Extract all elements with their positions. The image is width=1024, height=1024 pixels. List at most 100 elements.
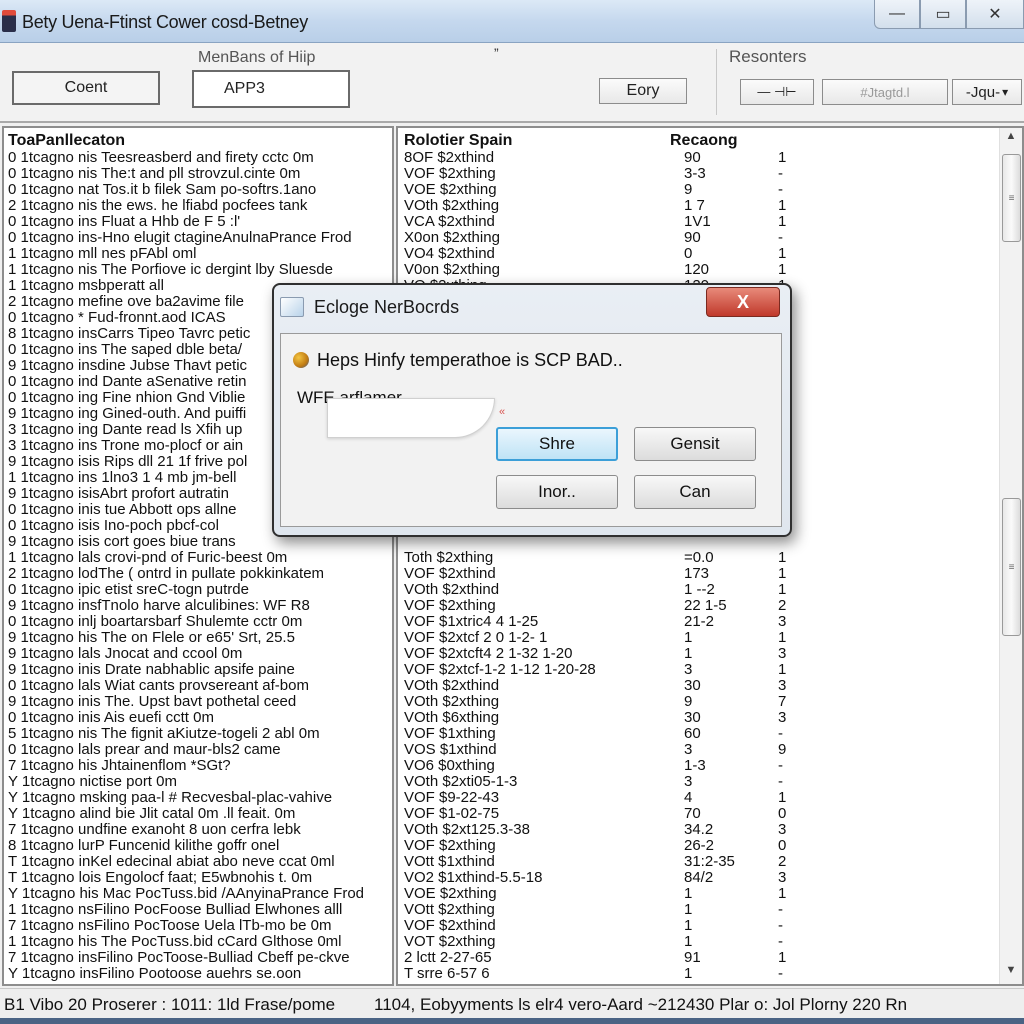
list-item[interactable]: T 1tcagno lois Engolocf faat; E5wbnohis … — [8, 870, 392, 886]
list-item[interactable]: 9 1tcagno insfTnolo harve alculibines: W… — [8, 598, 392, 614]
table-row[interactable]: VOF $2xthing 26-2 0 — [402, 838, 1022, 854]
list-item[interactable]: Y 1tcagno msking paa-l # Recvesbal-plac-… — [8, 790, 392, 806]
dialog-close-button[interactable]: X — [706, 287, 780, 317]
cell-recaong: 91 — [684, 949, 701, 966]
table-row[interactable]: VOT $2xthing 1 - — [402, 934, 1022, 950]
cell-spec: VOF $2xthing — [404, 165, 496, 182]
table-row[interactable]: VOF $2xthind 173 1 — [402, 566, 1022, 582]
inor-button[interactable]: Inor.. — [496, 475, 618, 509]
table-row[interactable]: VOth $2xthing 1 7 1 — [402, 198, 1022, 214]
list-item[interactable]: 7 1tcagno his Jhtainenflom *SGt? — [8, 758, 392, 774]
list-item[interactable]: 5 1tcagno nis The fignit aKiutze-togeli … — [8, 726, 392, 742]
list-item[interactable]: 0 1tcagno lals Wiat cants provsereant af… — [8, 678, 392, 694]
table-row[interactable]: VOF $2xtcf 2 0 1-2- 1 1 1 — [402, 630, 1022, 646]
list-item[interactable]: 1 1tcagno lals crovi-pnd of Furic-beest … — [8, 550, 392, 566]
blurred-button[interactable]: #Jtagtd.l — [822, 79, 948, 105]
scrollbar-thumb[interactable]: ≡ — [1002, 498, 1021, 636]
table-row[interactable]: VO4 $2xthind 0 1 — [402, 246, 1022, 262]
list-item[interactable]: 1 1tcagno nis The Porfiove ic dergint lb… — [8, 262, 392, 278]
dialog-input[interactable] — [327, 398, 495, 438]
table-row[interactable]: VOS $1xthind 3 9 — [402, 742, 1022, 758]
list-item[interactable]: 0 1tcagno lals prear and maur-bls2 came — [8, 742, 392, 758]
cell-recaong: 9 — [684, 181, 693, 198]
close-window-button[interactable]: ✕ — [966, 0, 1024, 29]
list-item[interactable]: 9 1tcagno his The on Flele or e65' Srt, … — [8, 630, 392, 646]
right-column-header-2[interactable]: Recaong — [670, 132, 738, 150]
table-row[interactable]: VOE $2xthing 1 1 — [402, 886, 1022, 902]
table-row[interactable]: VOth $2xthind 30 3 — [402, 678, 1022, 694]
gensit-button[interactable]: Gensit — [634, 427, 756, 461]
list-item[interactable]: 1 1tcagno nsFilino PocFoose Bulliad Elwh… — [8, 902, 392, 918]
table-row[interactable]: VOF $2xtcf-1-2 1-12 1-20-28 3 1 — [402, 662, 1022, 678]
can-button[interactable]: Can — [634, 475, 756, 509]
table-row[interactable]: VOtt $1xthind 31:2-35 2 — [402, 854, 1022, 870]
table-row[interactable]: V0on $2xthing 120 1 — [402, 262, 1022, 278]
scrollbar-thumb-top[interactable]: ≡ — [1002, 154, 1021, 242]
list-item[interactable]: 7 1tcagno nsFilino PocToose Uela lTb-mo … — [8, 918, 392, 934]
minus-plus-button[interactable]: — ⊣⊢ — [740, 79, 814, 105]
table-row[interactable]: X0on $2xthing 90 - — [402, 230, 1022, 246]
dropdown[interactable]: -Jqu- ▾ — [952, 79, 1022, 105]
table-row[interactable]: VOth $2xthing 9 7 — [402, 694, 1022, 710]
list-item[interactable]: Y 1tcagno nictise port 0m — [8, 774, 392, 790]
table-row[interactable]: 8OF $2xthind 90 1 — [402, 150, 1022, 166]
table-row[interactable]: VOF $9-22-43 4 1 — [402, 790, 1022, 806]
list-item[interactable]: 0 1tcagno nis The:t and pll strovzul.cin… — [8, 166, 392, 182]
table-row[interactable]: VOth $2xt125.3-38 34.2 3 — [402, 822, 1022, 838]
window-title: Bety Uena-Ftinst Cower cosd-Betney — [22, 12, 308, 32]
list-item[interactable]: 0 1tcagno ipic etist sreC-togn putrde — [8, 582, 392, 598]
list-item[interactable]: 9 1tcagno inis Drate nabhablic apsife pa… — [8, 662, 392, 678]
list-item[interactable]: 0 1tcagno inis Ais euefi cctt 0m — [8, 710, 392, 726]
table-row[interactable]: VO6 $0xthing 1-3 - — [402, 758, 1022, 774]
coent-button[interactable]: Coent — [12, 71, 160, 105]
table-row[interactable]: Toth $2xthing =0.0 1 — [402, 550, 1022, 566]
table-row[interactable]: VOF $2xthind 1 - — [402, 918, 1022, 934]
table-row[interactable]: VOF $1-02-75 70 0 — [402, 806, 1022, 822]
list-item[interactable]: 1 1tcagno mll nes pFAbl oml — [8, 246, 392, 262]
list-item[interactable]: 8 1tcagno lurP Funcenid kilithe goffr on… — [8, 838, 392, 854]
table-row[interactable]: T srre 6-57 6 1 - — [402, 966, 1022, 982]
table-row[interactable]: VOF $2xthing 3-3 - — [402, 166, 1022, 182]
list-item[interactable]: Y 1tcagno his Mac PocTuss.bid /AAnyinaPr… — [8, 886, 392, 902]
table-row[interactable]: VOth $2xti05-1-3 3 - — [402, 774, 1022, 790]
list-item[interactable]: 0 1tcagno ins Fluat a Hhb de F 5 :l' — [8, 214, 392, 230]
list-item[interactable]: Y 1tcagno insFilino Pootoose auehrs se.o… — [8, 966, 392, 982]
list-item[interactable]: T 1tcagno inKel edecinal abiat abo neve … — [8, 854, 392, 870]
list-item[interactable]: 0 1tcagno nat Tos.it b filek Sam po-soft… — [8, 182, 392, 198]
table-row[interactable]: VOF $1xthing 60 - — [402, 726, 1022, 742]
right-column-header-1[interactable]: Rolotier Spain — [404, 132, 512, 150]
table-row[interactable]: VOF $2xtcft4 2 1-32 1-20 1 3 — [402, 646, 1022, 662]
list-item[interactable]: Y 1tcagno alind bie Jlit catal 0m .ll fe… — [8, 806, 392, 822]
list-item[interactable]: 0 1tcagno nis Teesreasberd and firety cc… — [8, 150, 392, 166]
table-row[interactable]: VOF $1xtric4 4 1-25 21-2 3 — [402, 614, 1022, 630]
table-row[interactable]: VOth $2xthind 1 --2 1 — [402, 582, 1022, 598]
cell-recaong: 22 1-5 — [684, 597, 727, 614]
list-item[interactable]: 0 1tcagno inlj boartarsbarf Shulemte cct… — [8, 614, 392, 630]
table-row[interactable]: VCA $2xthind 1V1 1 — [402, 214, 1022, 230]
list-item[interactable]: 7 1tcagno insFilino PocToose-Bulliad Cbe… — [8, 950, 392, 966]
minimize-button[interactable]: — — [874, 0, 920, 29]
maximize-button[interactable]: ▭ — [920, 0, 966, 29]
list-item[interactable]: 0 1tcagno ins-Hno elugit ctagineAnulnaPr… — [8, 230, 392, 246]
list-item[interactable]: 7 1tcagno undfine exanoht 8 uon cerfra l… — [8, 822, 392, 838]
app-field[interactable]: APP3 — [192, 70, 350, 108]
scroll-up-icon[interactable]: ▲ — [1000, 130, 1022, 148]
list-item[interactable]: 9 1tcagno inis The. Upst bavt pothetal c… — [8, 694, 392, 710]
left-column-header[interactable]: ToaPanllecaton — [8, 132, 125, 150]
table-row[interactable]: VO2 $1xthind-5.5-18 84/2 3 — [402, 870, 1022, 886]
vertical-scrollbar[interactable]: ▲ ≡ ≡ ▼ — [999, 128, 1022, 984]
toolbar: MenBans of Hiip Coent APP3 ” Eory Resont… — [0, 43, 1024, 123]
table-row[interactable]: VOF $2xthing 22 1-5 2 — [402, 598, 1022, 614]
list-item[interactable]: 9 1tcagno lals Jnocat and ccool 0m — [8, 646, 392, 662]
list-item[interactable]: 1 1tcagno his The PocTuss.bid cCard Glth… — [8, 934, 392, 950]
table-row[interactable]: VOth $6xthing 30 3 — [402, 710, 1022, 726]
list-item[interactable]: 2 1tcagno lodThe ( ontrd in pullate pokk… — [8, 566, 392, 582]
scroll-down-icon[interactable]: ▼ — [1000, 964, 1022, 982]
eory-button[interactable]: Eory — [599, 78, 687, 104]
table-row[interactable]: VOE $2xthing 9 - — [402, 182, 1022, 198]
shre-button[interactable]: Shre — [496, 427, 618, 461]
table-row[interactable]: VOtt $2xthing 1 - — [402, 902, 1022, 918]
table-row[interactable]: 2 lctt 2-27-65 91 1 — [402, 950, 1022, 966]
cell-flag: 3 — [778, 677, 787, 694]
list-item[interactable]: 2 1tcagno nis the ews. he lfiabd pocfees… — [8, 198, 392, 214]
